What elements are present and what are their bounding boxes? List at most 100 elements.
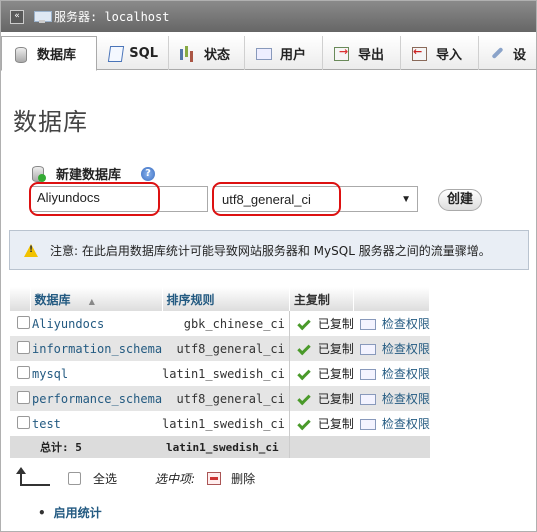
- check-icon: [297, 316, 311, 330]
- server-bar: « 服务器: localhost: [1, 1, 536, 32]
- tab-label: 导出: [358, 47, 385, 63]
- row-checkbox[interactable]: [17, 365, 30, 379]
- header-replication: 主复制: [289, 287, 355, 311]
- tab-label: SQL: [129, 45, 158, 61]
- tab-users[interactable]: 用户: [245, 36, 323, 70]
- server-label[interactable]: 服务器: localhost: [54, 8, 169, 25]
- privileges-icon: [359, 419, 376, 430]
- database-link[interactable]: test: [30, 411, 163, 436]
- new-database-icon: [30, 165, 46, 182]
- database-link[interactable]: performance_schema: [30, 386, 163, 411]
- replication-status: 已复制: [317, 342, 354, 356]
- check-icon: [297, 341, 311, 355]
- create-database-label: 新建数据库: [56, 168, 122, 183]
- select-all-checkbox[interactable]: [68, 472, 81, 485]
- table-header-row: 数据库 ▲ 排序规则 主复制: [10, 287, 431, 311]
- collation-cell: utf8_general_ci: [162, 336, 290, 361]
- tab-settings[interactable]: 设: [479, 36, 536, 70]
- replication-status: 已复制: [317, 392, 354, 406]
- status-icon: [179, 45, 195, 61]
- server-icon: [34, 10, 52, 23]
- table-row: Aliyundocs gbk_chinese_ci 已复制 检查权限: [10, 311, 430, 336]
- tab-label: 用户: [280, 47, 307, 63]
- delete-button[interactable]: 删除: [231, 470, 255, 487]
- replication-cell: 已复制: [289, 311, 354, 336]
- highlight-annotation: [212, 182, 341, 216]
- privileges-label: 检查权限: [381, 367, 430, 381]
- database-link[interactable]: Aliyundocs: [30, 311, 163, 336]
- collation-cell: utf8_general_ci: [162, 386, 290, 411]
- tab-databases[interactable]: 数据库: [1, 36, 97, 71]
- replication-cell: 已复制: [289, 361, 354, 386]
- dropdown-arrow-icon: ▼: [401, 193, 411, 205]
- header-collation[interactable]: 排序规则: [162, 287, 290, 311]
- collation-cell: latin1_swedish_ci: [162, 361, 290, 386]
- check-icon: [297, 366, 311, 380]
- tab-label: 设: [512, 47, 526, 63]
- row-checkbox[interactable]: [17, 415, 30, 429]
- create-button[interactable]: 创建: [438, 189, 482, 211]
- database-icon: [12, 46, 28, 63]
- database-link[interactable]: mysql: [30, 361, 163, 386]
- header-database-label: 数据库: [34, 292, 71, 307]
- enable-statistics-link[interactable]: 启用统计: [38, 504, 102, 521]
- check-privileges-link[interactable]: 检查权限: [353, 336, 430, 361]
- replication-status: 已复制: [317, 317, 354, 331]
- replication-cell: 已复制: [289, 336, 354, 361]
- total-collation: latin1_swedish_ci: [162, 436, 290, 458]
- privileges-icon: [359, 369, 376, 380]
- check-privileges-link[interactable]: 检查权限: [353, 311, 430, 336]
- import-icon: [411, 45, 427, 61]
- warning-icon: [24, 243, 38, 257]
- privileges-icon: [359, 319, 376, 330]
- tab-sql[interactable]: SQL: [97, 36, 169, 70]
- tab-status[interactable]: 状态: [169, 36, 245, 70]
- row-checkbox[interactable]: [17, 340, 30, 354]
- row-checkbox[interactable]: [17, 390, 30, 404]
- tab-label: 导入: [436, 47, 463, 63]
- table-row: performance_schema utf8_general_ci 已复制 检…: [10, 386, 430, 411]
- table-row: test latin1_swedish_ci 已复制 检查权限: [10, 411, 430, 436]
- replication-cell: 已复制: [289, 411, 354, 436]
- header-collation-label: 排序规则: [166, 292, 215, 307]
- notice-box: 注意: 在此启用数据库统计可能导致网站服务器和 MySQL 服务器之间的流量骤增…: [9, 230, 529, 270]
- collapse-icon[interactable]: «: [10, 9, 24, 24]
- settings-icon: [489, 45, 504, 61]
- header-checkbox-col: [10, 287, 31, 311]
- tab-label: 状态: [204, 47, 231, 63]
- sql-icon: [107, 45, 120, 61]
- privileges-label: 检查权限: [381, 392, 430, 406]
- users-icon: [255, 45, 272, 61]
- header-replication-label: 主复制: [293, 292, 330, 307]
- with-selected-label: 选中项:: [155, 472, 196, 486]
- check-icon: [297, 391, 311, 405]
- total-count: 总计: 5: [10, 436, 163, 458]
- help-icon[interactable]: ?: [141, 167, 155, 181]
- total-empty-cell: [353, 436, 430, 458]
- tab-export[interactable]: 导出: [323, 36, 401, 70]
- total-empty-cell: [289, 436, 354, 458]
- replication-status: 已复制: [317, 417, 354, 431]
- collation-cell: gbk_chinese_ci: [162, 311, 290, 336]
- collation-cell: latin1_swedish_ci: [162, 411, 290, 436]
- privileges-label: 检查权限: [381, 317, 430, 331]
- check-privileges-link[interactable]: 检查权限: [353, 361, 430, 386]
- replication-cell: 已复制: [289, 386, 354, 411]
- database-link[interactable]: information_schema: [30, 336, 163, 361]
- selection-bar: 全选 选中项: 删除: [16, 466, 255, 487]
- header-actions: [353, 287, 431, 311]
- notice-text: 注意: 在此启用数据库统计可能导致网站服务器和 MySQL 服务器之间的流量骤增…: [50, 243, 491, 258]
- export-icon: [333, 45, 349, 61]
- check-privileges-link[interactable]: 检查权限: [353, 411, 430, 436]
- header-database[interactable]: 数据库 ▲: [30, 287, 163, 311]
- row-checkbox[interactable]: [17, 315, 30, 329]
- return-arrow-icon: [16, 466, 50, 486]
- tab-import[interactable]: 导入: [401, 36, 479, 70]
- highlight-annotation: [29, 182, 160, 216]
- privileges-icon: [359, 394, 376, 405]
- check-privileges-link[interactable]: 检查权限: [353, 386, 430, 411]
- delete-icon[interactable]: [207, 472, 222, 485]
- table-row: mysql latin1_swedish_ci 已复制 检查权限: [10, 361, 430, 386]
- select-all-label[interactable]: 全选: [93, 470, 117, 487]
- total-row: 总计: 5 latin1_swedish_ci: [10, 436, 430, 458]
